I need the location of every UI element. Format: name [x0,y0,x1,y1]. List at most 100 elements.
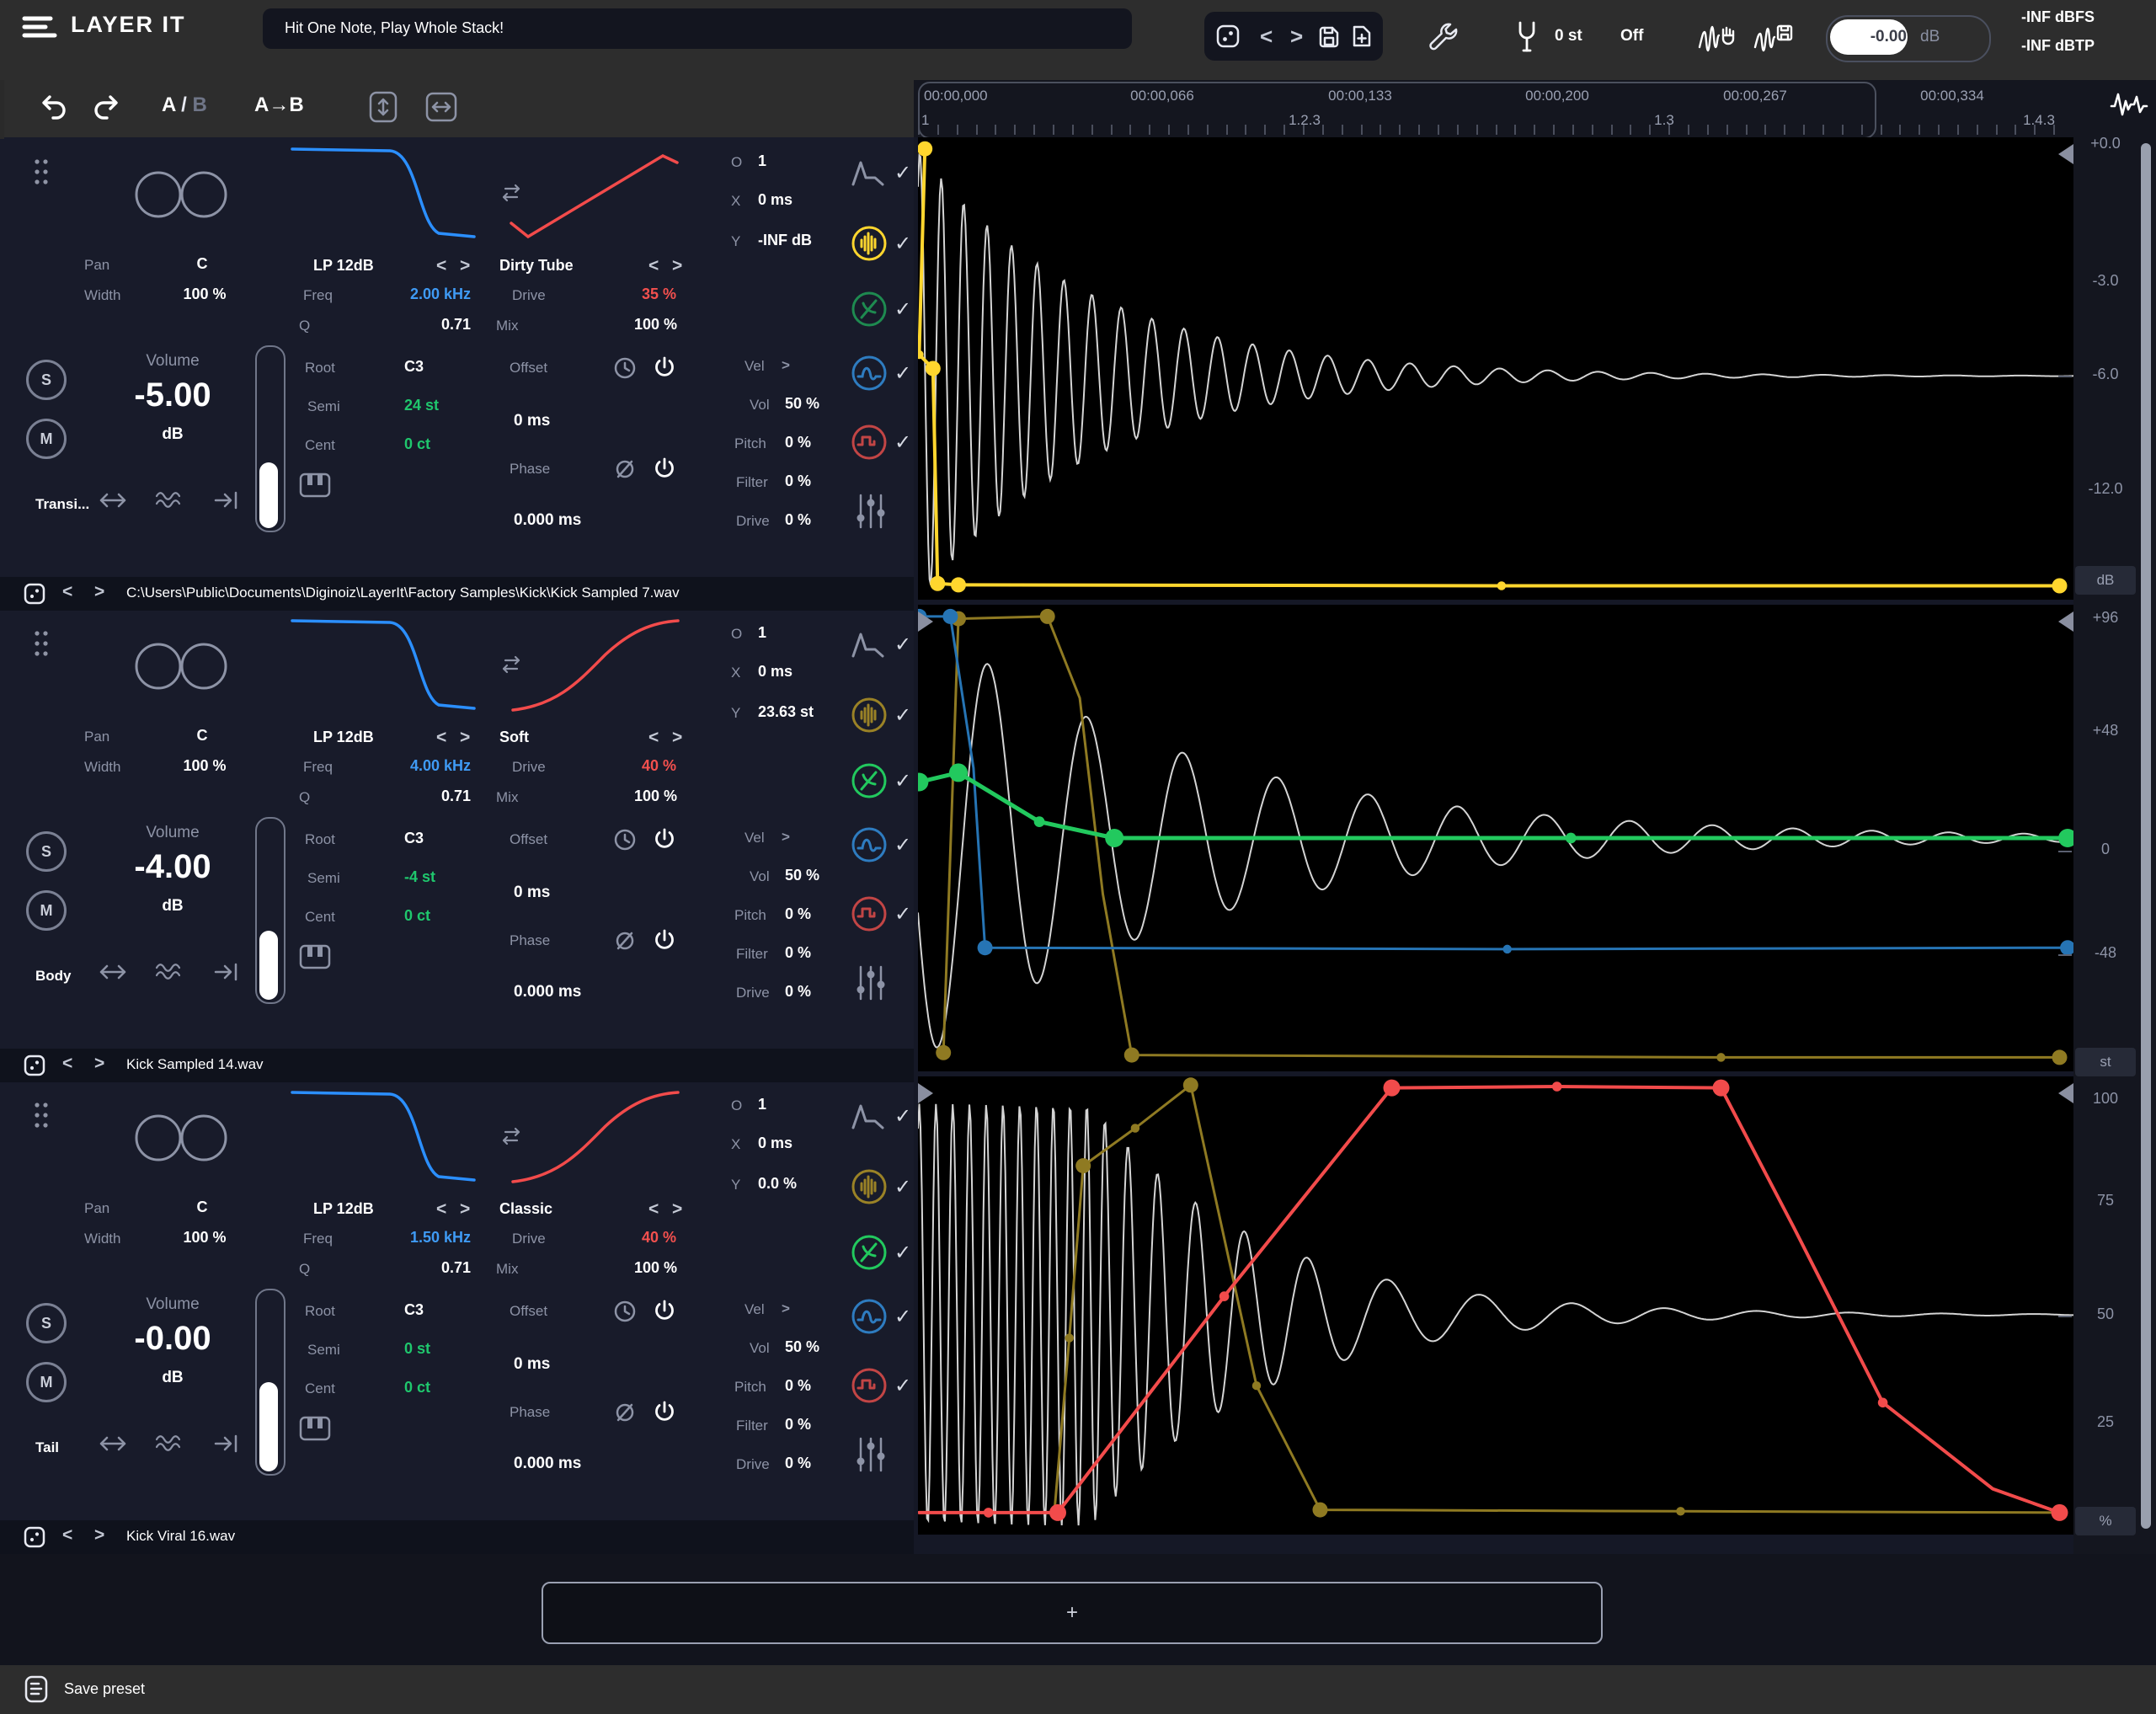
env-x-value[interactable]: 0 ms [758,191,792,209]
preset-name-field[interactable]: Hit One Note, Play Whole Stack! [263,8,1132,49]
envelope-mode-icon[interactable] [851,629,886,661]
drive-envelope-icon[interactable] [851,424,888,461]
vel-drive-value[interactable]: 0 % [785,1455,811,1472]
vel-pitch-value[interactable]: 0 % [785,1377,811,1395]
volume-value[interactable]: -4.00 [101,848,244,886]
volume-envelope-point[interactable] [918,141,932,157]
volume-envelope-point[interactable] [1131,1124,1139,1132]
root-value[interactable]: C3 [404,358,424,376]
offset-value[interactable]: 0 ms [514,884,550,902]
env-x-value[interactable]: 0 ms [758,663,792,681]
add-layer-button[interactable]: + [542,1582,1603,1644]
phase-power-icon[interactable] [652,1399,677,1424]
pan-value[interactable]: C [173,1199,232,1216]
tuning-fork-icon[interactable] [1516,20,1538,56]
waveform-panel[interactable] [918,1076,2073,1535]
drive-envelope-icon[interactable] [851,895,888,932]
volume-envelope-point[interactable] [951,577,966,592]
drive-type-value[interactable]: Soft [499,729,529,746]
save-preset-icon[interactable] [1317,24,1341,48]
waveform-panel[interactable] [918,137,2073,600]
vel-pitch-value[interactable]: 0 % [785,434,811,451]
pitch-envelope-check[interactable]: ✓ [894,769,911,793]
volume-envelope-check[interactable]: ✓ [894,232,911,256]
phase-invert-icon[interactable] [613,457,637,481]
phase-invert-icon[interactable] [613,1401,637,1424]
drive-curve[interactable] [503,1086,688,1188]
settings-wrench-icon[interactable] [1427,22,1460,56]
volume-envelope-point[interactable] [930,576,945,591]
pitch-envelope-point[interactable] [1105,829,1123,847]
solo-button[interactable]: S [26,1303,67,1343]
volume-slider[interactable] [255,817,286,1004]
pitch-envelope-point[interactable] [1566,833,1577,844]
mixer-sliders-icon[interactable] [852,1434,889,1475]
volume-envelope-point[interactable] [1676,1507,1684,1515]
pitch-envelope-check[interactable]: ✓ [894,1241,911,1265]
waveform-drag-icon[interactable] [1698,22,1738,57]
offset-clock-icon[interactable] [613,1300,637,1323]
volume-envelope-check[interactable]: ✓ [894,703,911,728]
volume-slider[interactable] [255,345,286,532]
sample-file-path[interactable]: Kick Viral 16.wav [126,1528,235,1545]
offset-power-icon[interactable] [652,826,677,852]
volume-envelope-icon[interactable] [851,1168,888,1205]
volume-envelope-point[interactable] [2052,1049,2068,1065]
mute-button[interactable]: M [26,1362,67,1402]
mute-button[interactable]: M [26,890,67,931]
drag-handle-icon[interactable] [32,627,51,663]
filter-envelope-point[interactable] [942,609,958,624]
wave-mode-icon[interactable] [153,1431,185,1456]
mix-value[interactable]: 100 % [576,1259,677,1277]
freq-value[interactable]: 2.00 kHz [368,286,471,303]
phase-value[interactable]: 0.000 ms [514,983,581,1001]
keyboard-icon[interactable] [299,473,333,499]
q-value[interactable]: 0.71 [396,1259,471,1277]
next-sample-icon[interactable]: > [94,1054,104,1074]
sample-file-path[interactable]: C:\Users\Public\Documents\Diginoiz\Layer… [126,585,680,601]
next-sample-icon[interactable]: > [94,1525,104,1546]
vel-vol-value[interactable]: 50 % [785,395,819,413]
offset-power-icon[interactable] [652,1298,677,1323]
volume-value[interactable]: -0.00 [101,1320,244,1358]
env-o-value[interactable]: 1 [758,624,766,642]
envelope-enabled-check[interactable]: ✓ [894,161,911,185]
filter-prev-icon[interactable]: < [436,728,446,748]
filter-envelope-point[interactable] [1049,1504,1066,1521]
volume-envelope-point[interactable] [936,1045,951,1060]
wave-mode-icon[interactable] [153,488,185,513]
volume-envelope-icon[interactable] [851,697,888,734]
drive-prev-icon[interactable]: < [648,256,659,276]
envelope-enabled-check[interactable]: ✓ [894,633,911,657]
keyboard-icon[interactable] [299,944,333,971]
drive-curve[interactable] [503,142,688,245]
filter-curve[interactable] [291,142,476,245]
filter-curve[interactable] [291,1086,476,1188]
filter-envelope-point[interactable] [1552,1081,1562,1092]
width-value[interactable]: 100 % [167,757,243,775]
ab-toggle-a[interactable]: A [162,93,175,116]
tune-semitones-value[interactable]: 0 st [1555,27,1582,45]
filter-envelope-point[interactable] [984,1508,994,1518]
prev-preset-button[interactable]: < [1260,24,1273,50]
filter-envelope-point[interactable] [2052,1504,2068,1521]
ab-toggle-b[interactable]: B [192,93,206,116]
volume-envelope-point[interactable] [1124,1048,1139,1063]
drive-envelope-check[interactable]: ✓ [894,902,911,926]
random-sample-icon[interactable] [24,1526,45,1548]
layer-name[interactable]: Body [35,968,72,985]
filter-type-value[interactable]: LP 12dB [313,257,374,275]
vel-expand-icon[interactable]: > [782,1300,790,1317]
prev-sample-icon[interactable]: < [62,1525,72,1546]
drive-value[interactable]: 35 % [575,286,676,303]
filter-envelope-point[interactable] [1219,1291,1230,1301]
undo-icon[interactable] [37,92,69,124]
scale-unit[interactable]: % [2075,1507,2136,1535]
vel-filter-value[interactable]: 0 % [785,1416,811,1434]
cent-value[interactable]: 0 ct [404,1379,430,1396]
random-sample-icon[interactable] [24,1055,45,1076]
drive-envelope-icon[interactable] [851,1367,888,1404]
vel-drive-value[interactable]: 0 % [785,511,811,529]
random-sample-icon[interactable] [24,583,45,605]
volume-envelope-point[interactable] [926,361,941,376]
